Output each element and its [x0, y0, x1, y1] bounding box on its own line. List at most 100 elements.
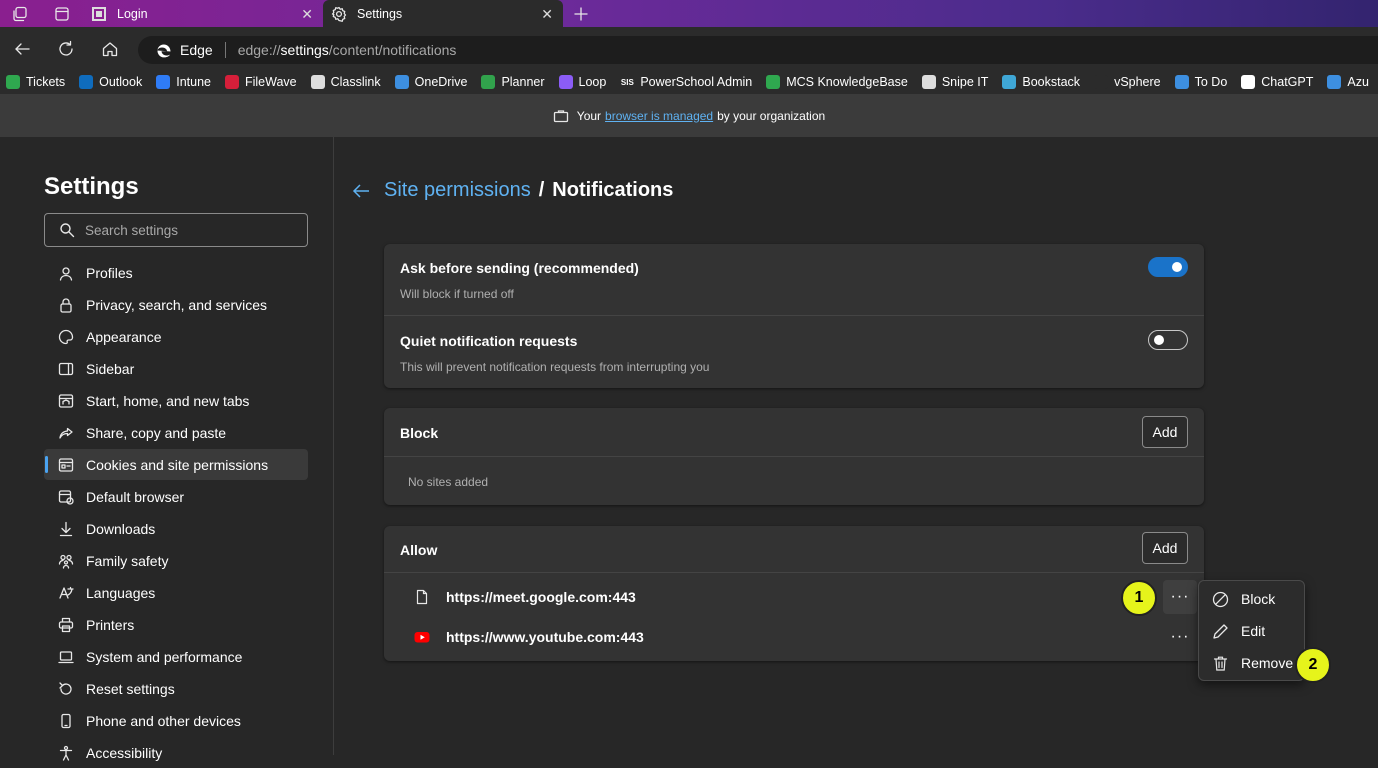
allow-title: Allow [400, 542, 438, 558]
allowed-site-url: https://www.youtube.com:443 [446, 629, 644, 645]
favorite-label: FileWave [244, 75, 297, 89]
allow-add-button[interactable]: Add [1142, 532, 1188, 564]
cloud-icon [394, 75, 409, 89]
search-input[interactable] [85, 222, 285, 238]
block-add-button[interactable]: Add [1142, 416, 1188, 448]
breadcrumb-separator: / [538, 179, 545, 201]
favorite-label: Classlink [330, 75, 381, 89]
menu-item-edit-label: Edit [1241, 623, 1266, 639]
sidebar-item-label: Cookies and site permissions [86, 456, 269, 473]
intune-icon [156, 75, 171, 89]
sidebar-item-languages[interactable]: Languages [44, 577, 308, 608]
favorite-label: vSphere [1114, 75, 1161, 89]
favorite-intune[interactable]: Intune [150, 70, 219, 94]
favorite-planner[interactable]: Planner [475, 70, 552, 94]
favorite-chatgpt[interactable]: ChatGPT [1235, 70, 1321, 94]
ask-before-sending-toggle[interactable] [1148, 257, 1188, 277]
close-tab-login-icon[interactable]: ✕ [301, 6, 313, 23]
breadcrumb-site-permissions[interactable]: Site permissions [384, 179, 531, 202]
sidebar-item-sidebar[interactable]: Sidebar [44, 353, 308, 384]
favorite-powerschool-admin[interactable]: SIS PowerSchool Admin [614, 70, 760, 94]
page-icon [1094, 75, 1109, 89]
sidebar-item-accessibility[interactable]: Accessibility [44, 737, 308, 768]
sidebar-icon [58, 362, 74, 375]
sidebar-item-share-copy-and-paste[interactable]: Share, copy and paste [44, 417, 308, 448]
back-arrow-icon[interactable] [352, 183, 370, 199]
sidebar-item-start-home-and-new-tabs[interactable]: Start, home, and new tabs [44, 385, 308, 416]
sidebar-item-label: Appearance [86, 328, 162, 345]
menu-item-block-label: Block [1241, 591, 1276, 607]
trash-icon [1213, 656, 1228, 671]
sidebar-item-appearance[interactable]: Appearance [44, 321, 308, 352]
sidebar-item-label: Family safety [86, 552, 169, 569]
tab-actions-button[interactable] [47, 0, 77, 27]
favorite-label: Azu [1347, 75, 1369, 89]
sidebar-item-profiles[interactable]: Profiles [44, 257, 308, 288]
address-bar[interactable]: Edge edge://settings/content/notificatio… [138, 36, 1378, 64]
favorite-azu[interactable]: Azu [1321, 70, 1377, 94]
login-favicon [91, 6, 107, 22]
notification-options-card: Ask before sending (recommended) Will bl… [384, 244, 1204, 388]
tab-settings[interactable]: Settings ✕ [323, 0, 563, 27]
favorite-mcs-knowledgebase[interactable]: MCS KnowledgeBase [760, 70, 916, 94]
sidebar-item-system-and-performance[interactable]: System and performance [44, 641, 308, 672]
step-marker-2: 2 [1295, 647, 1331, 683]
managed-suffix: by your organization [717, 108, 826, 123]
menu-item-remove[interactable]: Remove [1199, 648, 1306, 678]
favorite-classlink[interactable]: Classlink [305, 70, 389, 94]
sidebar-item-cookies-and-site-permissions[interactable]: Cookies and site permissions [44, 449, 308, 480]
favorite-bookstack[interactable]: Bookstack [996, 70, 1088, 94]
back-button[interactable] [8, 35, 36, 63]
divider [384, 572, 1204, 573]
planner-icon [481, 75, 496, 89]
close-tab-settings-icon[interactable]: ✕ [541, 6, 553, 23]
download-icon [59, 521, 73, 536]
refresh-button[interactable] [52, 35, 80, 63]
sis-icon: SIS [620, 75, 635, 89]
favorite-outlook[interactable]: Outlook [73, 70, 150, 94]
favorite-snipe-it[interactable]: Snipe IT [916, 70, 997, 94]
browser-managed-link[interactable]: browser is managed [605, 109, 713, 123]
sidebar-item-label: Phone and other devices [86, 712, 241, 729]
sidebar-item-reset-settings[interactable]: Reset settings [44, 673, 308, 704]
favorite-label: MCS KnowledgeBase [786, 75, 908, 89]
sidebar-item-label: Downloads [86, 520, 156, 537]
menu-item-edit[interactable]: Edit [1199, 616, 1306, 646]
url-text[interactable]: edge://settings/content/notifications [238, 42, 457, 58]
divider [384, 315, 1204, 316]
tab-login[interactable]: Login ✕ [83, 0, 323, 27]
more-actions-button[interactable]: ··· [1163, 620, 1197, 654]
divider [384, 456, 1204, 457]
favorite-to-do[interactable]: To Do [1169, 70, 1236, 94]
menu-item-block[interactable]: Block [1199, 584, 1306, 614]
favorite-vsphere[interactable]: vSphere [1088, 70, 1169, 94]
edge-logo-icon [157, 44, 171, 58]
favorite-loop[interactable]: Loop [553, 70, 615, 94]
favorites-bar: Tickets Outlook Intune FileWave Classlink One… [0, 70, 1378, 94]
family-icon [58, 554, 74, 569]
sidebar-item-phone-and-other-devices[interactable]: Phone and other devices [44, 705, 308, 736]
settings-title: Settings [44, 173, 139, 200]
quiet-requests-toggle[interactable] [1148, 330, 1188, 350]
workspaces-button[interactable] [5, 0, 35, 27]
browser-name: Edge [180, 42, 213, 58]
ask-before-sending-title: Ask before sending (recommended) [400, 260, 639, 276]
sidebar-item-label: Printers [86, 616, 135, 633]
sidebar-item-family-safety[interactable]: Family safety [44, 545, 308, 576]
sidebar-item-printers[interactable]: Printers [44, 609, 308, 640]
search-box[interactable] [44, 213, 308, 247]
favorite-tickets[interactable]: Tickets [0, 70, 73, 94]
sidebar-item-downloads[interactable]: Downloads [44, 513, 308, 544]
favorite-filewave[interactable]: FileWave [219, 70, 305, 94]
new-tab-button[interactable] [566, 0, 596, 27]
sidebar-item-default-browser[interactable]: Default browser [44, 481, 308, 512]
home-button[interactable] [96, 35, 124, 63]
favorite-onedrive[interactable]: OneDrive [389, 70, 476, 94]
check-icon [1174, 75, 1189, 89]
outlook-icon [79, 75, 94, 89]
chatgpt-icon [1241, 75, 1256, 89]
favorite-label: Snipe IT [941, 75, 989, 89]
sidebar-item-privacy-search-and-services[interactable]: Privacy, search, and services [44, 289, 308, 320]
more-actions-button[interactable]: ··· [1163, 580, 1197, 614]
favorite-label: Tickets [26, 75, 66, 89]
